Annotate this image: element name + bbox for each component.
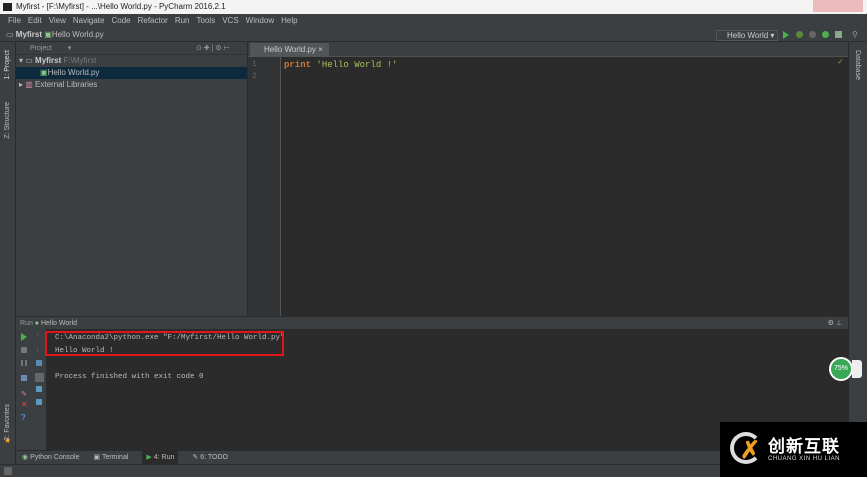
libs-label: External Libraries (35, 80, 98, 89)
menu-file[interactable]: File (8, 14, 21, 28)
line-gutter: 12 (248, 57, 281, 316)
library-icon: ▥ (25, 80, 33, 89)
sdk-icon[interactable] (822, 31, 829, 38)
menu-window[interactable]: Window (246, 14, 274, 28)
down-icon[interactable]: ↓ (36, 346, 42, 353)
nav-project[interactable]: Myfirst (16, 30, 42, 39)
app-icon (3, 3, 12, 11)
menu-tools[interactable]: Tools (197, 14, 216, 28)
window-controls[interactable] (813, 0, 863, 12)
menu-refactor[interactable]: Refactor (138, 14, 168, 28)
panel-tools-icons[interactable]: ⊙ ✚ | ⚙ ⊢ (196, 42, 230, 55)
tab-label: Hello World.py (264, 45, 316, 54)
run-icon: ▶ (146, 454, 152, 461)
print-icon[interactable] (36, 386, 42, 392)
tab-run[interactable]: ▶ 4: Run (142, 451, 179, 464)
title-bar: Myfirst - [F:\Myfirst] - ...\Hello World… (0, 0, 867, 14)
code-keyword: print (284, 60, 312, 70)
line-number: 2 (252, 72, 257, 81)
tab-todo[interactable]: ✎ 6: TODO (192, 451, 228, 464)
menu-view[interactable]: View (49, 14, 66, 28)
watermark-subtitle: CHUANG XIN HU LIAN (768, 456, 841, 462)
menu-run[interactable]: Run (175, 14, 190, 28)
menu-edit[interactable]: Edit (28, 14, 42, 28)
menu-code[interactable]: Code (111, 14, 130, 28)
run-toolbar: ✎ ✕ ? ↑ ↓ (16, 329, 46, 450)
soft-wrap-icon[interactable] (36, 360, 42, 366)
pin-icon[interactable]: ✎ (21, 390, 27, 398)
run-config-name: Hello World (40, 320, 78, 327)
run-icon[interactable] (783, 31, 789, 39)
python-console-icon: ◉ (22, 454, 29, 461)
tab-python-console[interactable]: ◉ Python Console (22, 451, 79, 464)
status-toggle-icon[interactable] (4, 467, 12, 475)
run-config-label: Hello World (727, 31, 769, 40)
terminal-icon: ▣ (93, 454, 101, 461)
rerun-icon[interactable] (21, 333, 27, 341)
tab-project[interactable]: 1: Project (4, 50, 11, 80)
python-file-icon: ▣ (44, 30, 52, 39)
dump-threads-icon[interactable] (21, 375, 27, 381)
tab-label: 6: TODO (200, 454, 228, 461)
check-icon: ✓ (837, 57, 844, 66)
code-line-1[interactable]: print 'Hello World !' (284, 59, 397, 71)
menu-help[interactable]: Help (281, 14, 297, 28)
tree-file-hello-world[interactable]: ▣Hello World.py (16, 67, 247, 79)
scroll-end-icon[interactable] (35, 373, 44, 382)
tab-terminal[interactable]: ▣ Terminal (93, 451, 128, 464)
trash-icon[interactable] (36, 399, 42, 405)
code-string: 'Hello World !' (316, 60, 398, 70)
tree-root[interactable]: ▾ ▭ Myfirst F:\Myfirst (16, 55, 247, 67)
tab-label: Python Console (30, 454, 80, 461)
tree-external-libraries[interactable]: ▸ ▥ External Libraries (16, 79, 247, 91)
editor-tab-hello-world[interactable]: Hello World.py × (250, 43, 329, 57)
root-path: F:\Myfirst (63, 56, 97, 65)
performance-gauge[interactable]: 75% (829, 357, 853, 381)
project-view-select[interactable]: Project (30, 45, 52, 52)
coverage-icon[interactable] (809, 31, 816, 38)
tab-label: Terminal (101, 454, 129, 461)
star-icon: ★ (4, 436, 12, 445)
file-name: Hello World.py (47, 68, 100, 77)
search-icon[interactable]: ⚲ (852, 30, 858, 39)
project-panel: Project ▾ ⊙ ✚ | ⚙ ⊢ ▾ ▭ Myfirst F:\Myfirs… (16, 42, 248, 316)
close-icon[interactable]: ✕ (21, 401, 28, 409)
folder-icon: ▭ (6, 30, 16, 39)
help-icon[interactable]: ? (21, 414, 27, 422)
python-file-icon: ▣ (40, 68, 48, 77)
gauge-tab[interactable] (852, 360, 862, 378)
tab-label: 4: Run (153, 454, 175, 461)
right-tool-strip: Database (848, 42, 867, 464)
left-tool-strip: 1: Project Z: Structure 2: Favorites ★ (0, 42, 16, 464)
run-config-select[interactable]: Hello World ▾ (716, 30, 778, 41)
editor-tabs: Hello World.py × (248, 42, 848, 57)
menu-vcs[interactable]: VCS (222, 14, 238, 28)
highlight-box (45, 331, 284, 356)
line-number: 1 (252, 60, 257, 69)
project-panel-header[interactable]: Project ▾ ⊙ ✚ | ⚙ ⊢ (16, 42, 247, 55)
structure-icon[interactable] (835, 31, 842, 38)
watermark-x-icon: ✗ (740, 437, 761, 464)
python-icon: ● (34, 320, 40, 327)
root-name: Myfirst (35, 56, 62, 65)
menu-navigate[interactable]: Navigate (73, 14, 105, 28)
gauge-value: 75% (833, 365, 848, 372)
menu-bar: File Edit View Navigate Code Refactor Ru… (0, 14, 867, 28)
nav-file[interactable]: Hello World.py (52, 30, 104, 39)
todo-icon: ✎ (192, 454, 199, 461)
run-panel-header: Run ● Hello World ⚙ ⊥ (16, 316, 848, 329)
code-editor[interactable]: 12 print 'Hello World !' ✓ (248, 57, 848, 316)
debug-icon[interactable] (796, 31, 803, 38)
tab-database[interactable]: Database (854, 50, 861, 80)
console-line: Process finished with exit code 0 (55, 373, 204, 381)
pause-icon[interactable] (21, 360, 27, 366)
window-title: Myfirst - [F:\Myfirst] - ...\Hello World… (16, 2, 226, 11)
stop-icon[interactable] (21, 347, 27, 353)
watermark: ✗ 创新互联 CHUANG XIN HU LIAN (720, 422, 867, 477)
run-label: Run (20, 320, 33, 327)
tab-structure[interactable]: Z: Structure (4, 102, 11, 139)
up-icon[interactable]: ↑ (36, 332, 42, 339)
watermark-title: 创新互联 (768, 437, 840, 456)
